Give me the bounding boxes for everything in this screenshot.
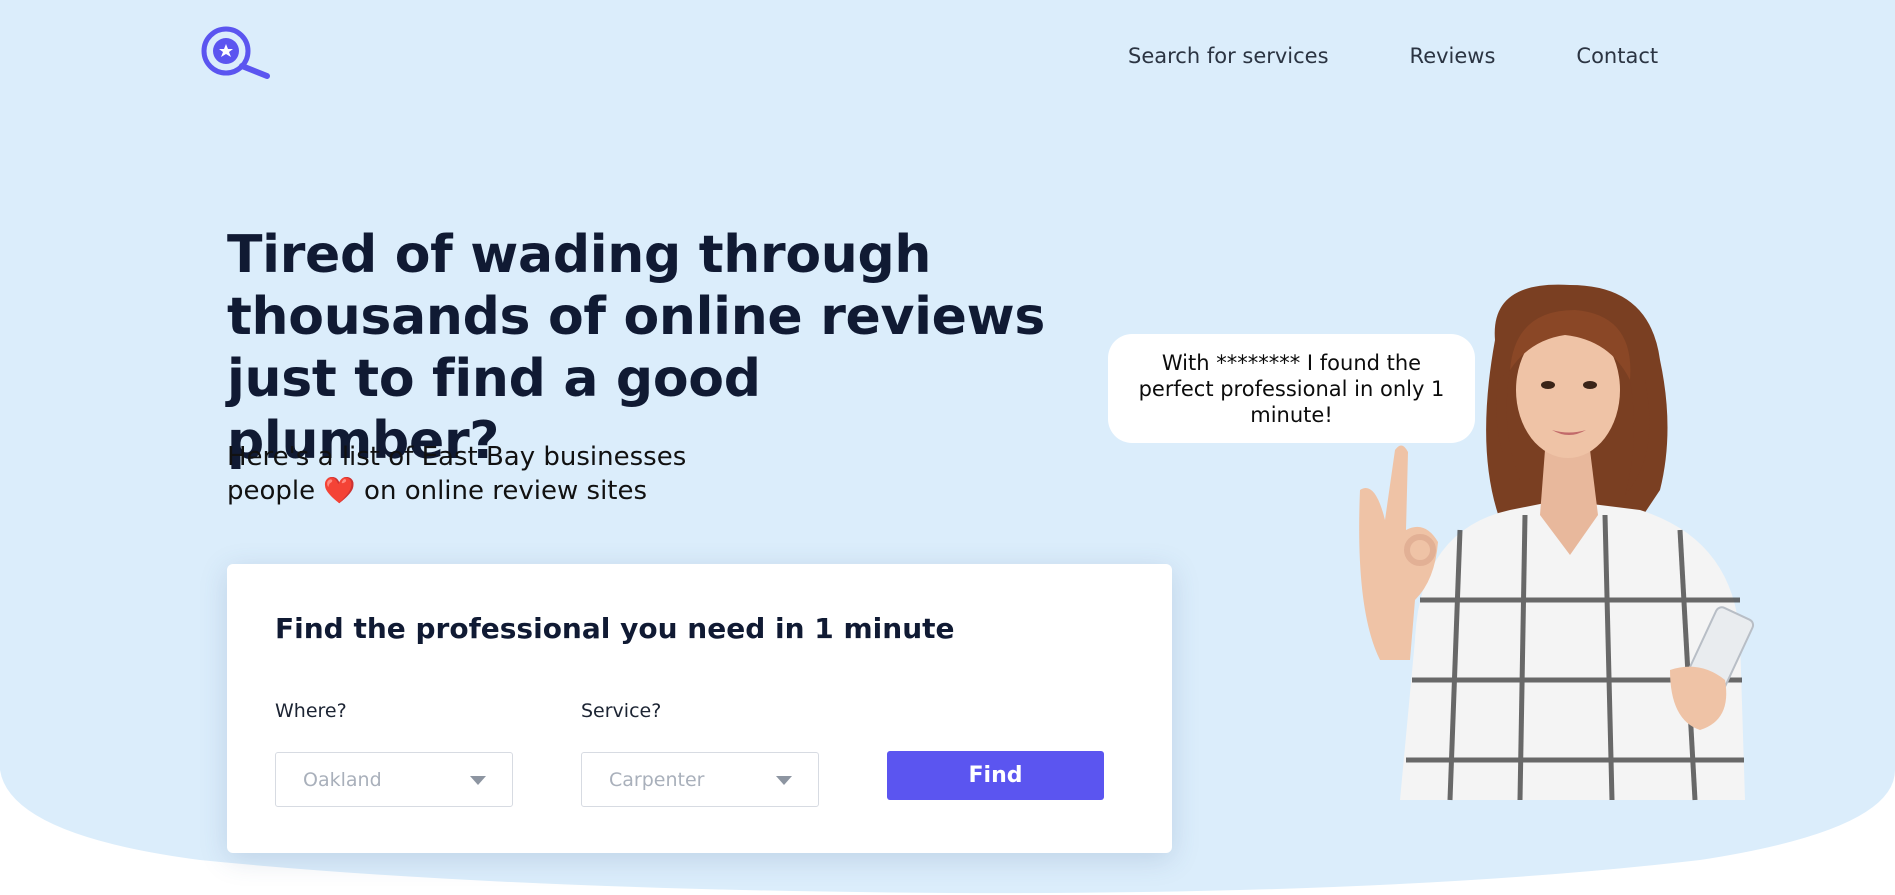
service-label: Service? [581,700,662,722]
service-value: Carpenter [609,769,705,791]
hero-subheadline: Here's a list of East Bay businesses peo… [227,440,827,508]
chevron-down-icon [470,776,486,785]
subheadline-line-1: Here's a list of East Bay businesses [227,442,687,472]
nav-search-for-services[interactable]: Search for services [1128,44,1329,68]
chevron-down-icon [776,776,792,785]
where-select[interactable]: Oakland [275,752,513,807]
subheadline-line-2-end: on online review sites [355,476,648,506]
hero-headline: Tired of wading through thousands of onl… [227,224,1047,472]
where-label: Where? [275,700,347,722]
nav-reviews[interactable]: Reviews [1410,44,1496,68]
search-card-title: Find the professional you need in 1 minu… [275,612,955,645]
nav-contact[interactable]: Contact [1576,44,1658,68]
headline-line-1: Tired of wading through [227,225,932,285]
headline-line-2: thousands of online reviews [227,287,1045,347]
main-nav: Search for services Reviews Contact [1128,44,1658,68]
search-card: Find the professional you need in 1 minu… [227,564,1172,853]
find-button[interactable]: Find [887,751,1104,800]
woman-photo [1340,280,1800,820]
service-select[interactable]: Carpenter [581,752,819,807]
logo-icon[interactable] [200,24,272,80]
subheadline-line-2-start: people [227,476,324,506]
heart-icon: ❤️ [323,476,356,506]
where-value: Oakland [303,769,382,791]
